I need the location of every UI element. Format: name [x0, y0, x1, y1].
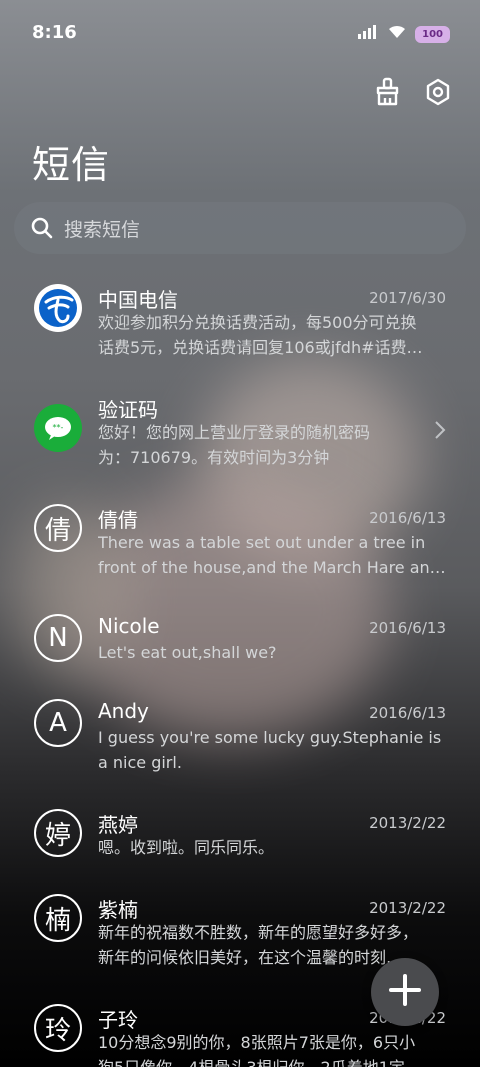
signal-icon [357, 24, 379, 44]
message-item[interactable]: **- 验证码 您好！您的网上营业厅登录的随机密码 为：710679。有效时间为… [0, 380, 480, 490]
svg-text:**-: **- [53, 423, 64, 432]
message-preview: I guess you're some lucky guy.Stephanie … [98, 728, 442, 772]
message-preview: There was a table set out under a tree i… [98, 533, 446, 577]
sender-name: Andy [98, 699, 149, 723]
contact-avatar: N [34, 614, 82, 662]
message-item[interactable]: 中国电信 2017/6/30 欢迎参加积分兑换话费活动，每500分可兑换 话费5… [0, 270, 480, 380]
plus-icon [387, 972, 423, 1012]
status-icons: 100 [357, 24, 450, 44]
contact-avatar: A [34, 699, 82, 747]
broom-icon [374, 77, 402, 111]
contact-avatar: 婷 [34, 809, 82, 857]
search-bar[interactable]: 搜索短信 [14, 202, 466, 254]
telecom-logo [34, 284, 82, 332]
message-date: 2016/6/13 [369, 509, 446, 527]
contact-avatar: 玲 [34, 1004, 82, 1052]
message-item[interactable]: 婷 燕婷 2013/2/22 嗯。收到啦。同乐同乐。 [0, 795, 480, 880]
gear-icon [424, 77, 452, 111]
message-preview: 您好！您的网上营业厅登录的随机密码 为：710679。有效时间为3分钟 [98, 423, 371, 467]
message-preview: 嗯。收到啦。同乐同乐。 [98, 838, 275, 857]
contact-avatar: 倩 [34, 504, 82, 552]
sender-name: 中国电信 [98, 288, 178, 312]
top-actions [372, 77, 454, 111]
message-preview: 10分想念9别的你，8张照片7张是你，6只小 狗5只像你，4根骨头3根归你，2瓜… [98, 1033, 416, 1067]
battery-indicator: 100 [415, 25, 450, 43]
message-item[interactable]: N Nicole 2016/6/13 Let's eat out,shall w… [0, 600, 480, 685]
message-item[interactable]: A Andy 2016/6/13 I guess you're some luc… [0, 685, 480, 795]
message-date: 2013/2/22 [369, 814, 446, 832]
chevron-right-icon [434, 420, 446, 444]
contact-avatar: 楠 [34, 894, 82, 942]
message-preview: Let's eat out,shall we? [98, 643, 277, 662]
settings-button[interactable] [422, 78, 454, 110]
sender-name: 倩倩 [98, 508, 138, 532]
search-icon [30, 216, 54, 240]
sender-name: 燕婷 [98, 813, 138, 837]
sender-name: 验证码 [98, 398, 158, 422]
message-date: 2013/2/22 [369, 899, 446, 917]
status-bar: 8:16 100 [0, 0, 480, 66]
wifi-icon [387, 24, 407, 44]
sender-name: Nicole [98, 614, 160, 638]
sender-name: 子玲 [98, 1008, 138, 1032]
status-time: 8:16 [32, 22, 77, 43]
search-placeholder: 搜索短信 [64, 218, 141, 241]
new-message-button[interactable] [371, 958, 439, 1026]
clean-button[interactable] [372, 77, 404, 111]
wechat-icon: **- [34, 404, 82, 452]
message-date: 2016/6/13 [369, 619, 446, 637]
sender-name: 紫楠 [98, 898, 138, 922]
message-item[interactable]: 倩 倩倩 2016/6/13 There was a table set out… [0, 490, 480, 600]
message-preview: 欢迎参加积分兑换话费活动，每500分可兑换 话费5元，兑换话费请回复106或jf… [98, 313, 423, 357]
page-title: 短信 [32, 143, 111, 187]
message-date: 2017/6/30 [369, 289, 446, 307]
message-date: 2016/6/13 [369, 704, 446, 722]
